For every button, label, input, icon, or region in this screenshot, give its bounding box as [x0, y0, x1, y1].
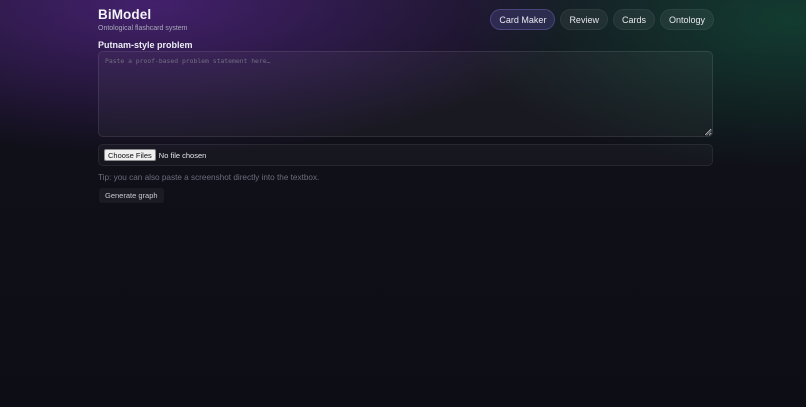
nav-card-maker[interactable]: Card Maker [490, 9, 556, 30]
problem-textarea[interactable] [98, 51, 713, 137]
brand: BiModel Ontological flashcard system [98, 7, 187, 32]
generate-graph-button[interactable]: Generate graph [99, 188, 164, 203]
card-maker-page: BiModel Ontological flashcard system Car… [0, 0, 806, 407]
problem-label: Putnam-style problem [98, 40, 193, 50]
top-nav: Card Maker Review Cards Ontology [490, 9, 714, 30]
app-subtitle: Ontological flashcard system [98, 25, 188, 32]
nav-cards[interactable]: Cards [612, 9, 655, 30]
app-title: BiModel [98, 7, 152, 22]
nav-review[interactable]: Review [560, 9, 608, 30]
file-status-text: No file chosen [158, 150, 207, 160]
nav-ontology[interactable]: Ontology [659, 9, 714, 30]
choose-files-button[interactable]: Choose Files [104, 149, 156, 161]
file-upload-row: Choose Files No file chosen [98, 144, 713, 166]
paste-tip: Tip: you can also paste a screenshot dir… [98, 173, 320, 182]
